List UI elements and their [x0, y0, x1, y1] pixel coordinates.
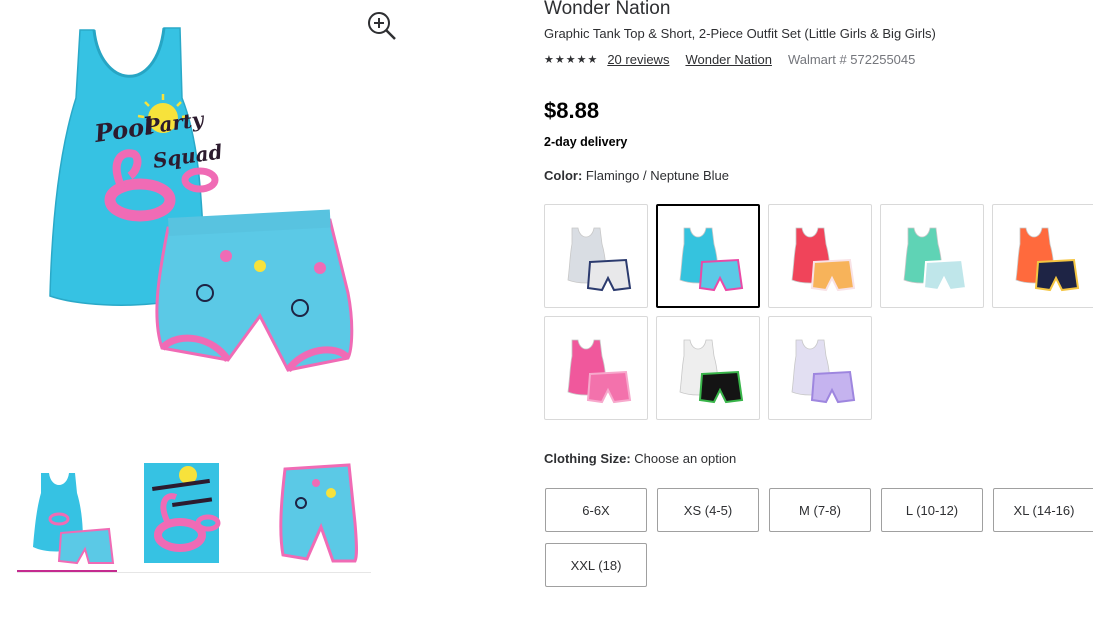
image-gallery: Pool Party Squad [0, 0, 410, 618]
color-selection-label: Color: Flamingo / Neptune Blue [544, 168, 729, 183]
item-number: Walmart # 572255045 [787, 51, 916, 67]
main-product-image[interactable]: Pool Party Squad [30, 18, 370, 388]
size-option-m[interactable]: M (7-8) [769, 488, 871, 532]
zoom-button[interactable] [366, 10, 398, 42]
thumbnail-divider [17, 572, 371, 573]
outfit-set-thumbnail[interactable] [17, 463, 117, 573]
swatch-outfit-icon [679, 339, 744, 404]
swatch-outfit-icon [679, 227, 744, 292]
color-swatch-2[interactable] [656, 204, 760, 308]
size-option-xs[interactable]: XS (4-5) [657, 488, 759, 532]
swatch-outfit-icon [567, 339, 632, 404]
size-options: 6-6X XS (4-5) M (7-8) L (10-12) XL (14-1… [544, 488, 1093, 588]
product-page: Pool Party Squad Wonder Nation Graphic T… [0, 0, 1093, 618]
product-meta: ★★★★★ 20 reviews Wonder Nation Walmart #… [544, 50, 915, 68]
swatch-outfit-icon [1015, 227, 1080, 292]
color-value: Flamingo / Neptune Blue [585, 168, 729, 183]
size-option-6-6x[interactable]: 6-6X [545, 488, 647, 532]
color-swatch-3[interactable] [768, 204, 872, 308]
color-label: Color: [544, 168, 583, 183]
tank-graphic-thumbnail[interactable] [144, 463, 244, 565]
price: $8.88 [544, 98, 600, 123]
size-option-xxl[interactable]: XXL (18) [545, 543, 647, 587]
swatch-outfit-icon [791, 339, 856, 404]
color-swatch-4[interactable] [880, 204, 984, 308]
size-option-l[interactable]: L (10-12) [881, 488, 983, 532]
brand-link[interactable]: Wonder Nation [685, 52, 771, 67]
size-selection-label: Clothing Size: Choose an option [544, 451, 736, 466]
zoom-in-icon [368, 12, 396, 40]
swatch-outfit-icon [567, 227, 632, 292]
color-swatch-5[interactable] [992, 204, 1093, 308]
color-swatch-grid [544, 204, 1093, 420]
size-label: Clothing Size: [544, 451, 631, 466]
product-title: Graphic Tank Top & Short, 2-Piece Outfit… [544, 26, 936, 41]
size-option-xl[interactable]: XL (14-16) [993, 488, 1093, 532]
swatch-outfit-icon [903, 227, 968, 292]
color-swatch-6[interactable] [544, 316, 648, 420]
color-swatch-7[interactable] [656, 316, 760, 420]
swatch-outfit-icon [791, 227, 856, 292]
rating-stars-icon: ★★★★★ [544, 53, 599, 66]
reviews-link[interactable]: 20 reviews [607, 52, 669, 67]
color-swatch-1[interactable] [544, 204, 648, 308]
shorts-thumbnail[interactable] [271, 463, 371, 565]
thumbnail-strip [17, 455, 371, 573]
delivery-info: 2-day delivery [544, 135, 628, 149]
color-swatch-8[interactable] [768, 316, 872, 420]
size-value: Choose an option [634, 451, 737, 466]
brand-name: Wonder Nation [544, 0, 671, 19]
